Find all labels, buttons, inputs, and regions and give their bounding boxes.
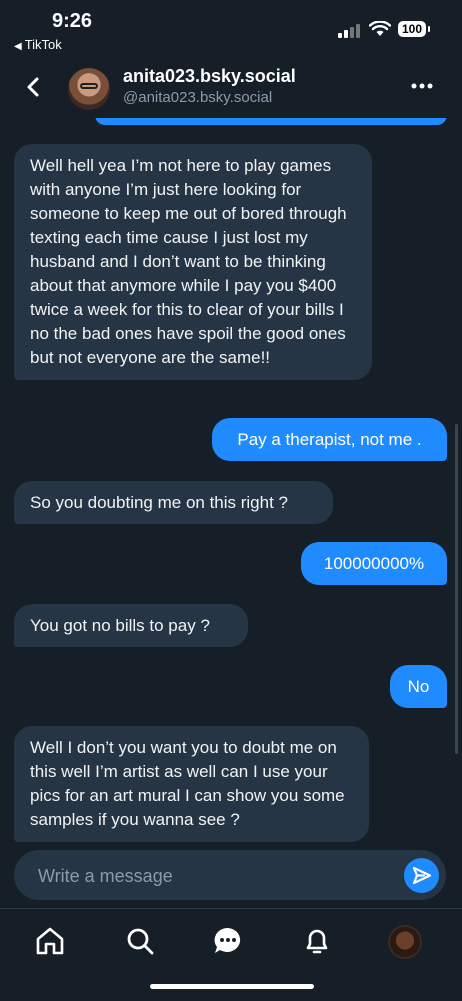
back-triangle-icon: ◀ <box>14 41 22 52</box>
search-icon[interactable] <box>124 925 156 957</box>
message-bubble-incoming[interactable]: Well I don’t you want you to doubt me on… <box>14 726 369 842</box>
status-time: 9:26 <box>52 10 93 32</box>
message-bubble-outgoing[interactable]: 100000000% <box>301 542 447 585</box>
profile-avatar[interactable] <box>390 927 420 957</box>
home-indicator <box>150 984 314 989</box>
back-chevron-icon[interactable] <box>20 73 48 101</box>
home-icon[interactable] <box>34 925 66 957</box>
message-bubble-incoming[interactable]: So you doubting me on this right ? <box>14 481 333 524</box>
message-bubble-outgoing[interactable]: No <box>390 665 447 708</box>
wifi-icon <box>369 21 391 36</box>
message-composer <box>14 850 446 902</box>
scrollbar[interactable] <box>455 424 458 754</box>
more-options-icon[interactable] <box>410 76 434 96</box>
battery-cap <box>428 26 430 32</box>
chat-icon[interactable] <box>212 925 244 957</box>
back-to-app-link[interactable]: ◀ TikTok <box>14 37 62 52</box>
contact-display-name[interactable]: anita023.bsky.social <box>123 66 296 87</box>
message-input[interactable] <box>36 850 400 902</box>
status-bar: 9:26 ◀ TikTok 100 <box>0 0 462 58</box>
message-bubble-outgoing[interactable]: Pay a therapist, not me . <box>212 418 447 461</box>
send-icon <box>412 866 432 885</box>
bell-icon[interactable] <box>301 925 333 957</box>
message-list[interactable]: Well hell yea I’m not here to play games… <box>0 118 462 848</box>
battery-icon: 100 <box>398 21 426 37</box>
conversation-header: anita023.bsky.social @anita023.bsky.soci… <box>0 58 462 118</box>
send-button[interactable] <box>404 858 439 893</box>
message-bubble-incoming[interactable]: Well hell yea I’m not here to play games… <box>14 144 372 380</box>
signal-icon <box>338 24 362 38</box>
message-bubble-incoming[interactable]: You got no bills to pay ? <box>14 604 248 647</box>
contact-handle: @anita023.bsky.social <box>123 89 273 106</box>
message-bubble-partial <box>95 118 447 125</box>
back-app-label: TikTok <box>24 37 62 52</box>
contact-avatar[interactable] <box>68 68 110 110</box>
